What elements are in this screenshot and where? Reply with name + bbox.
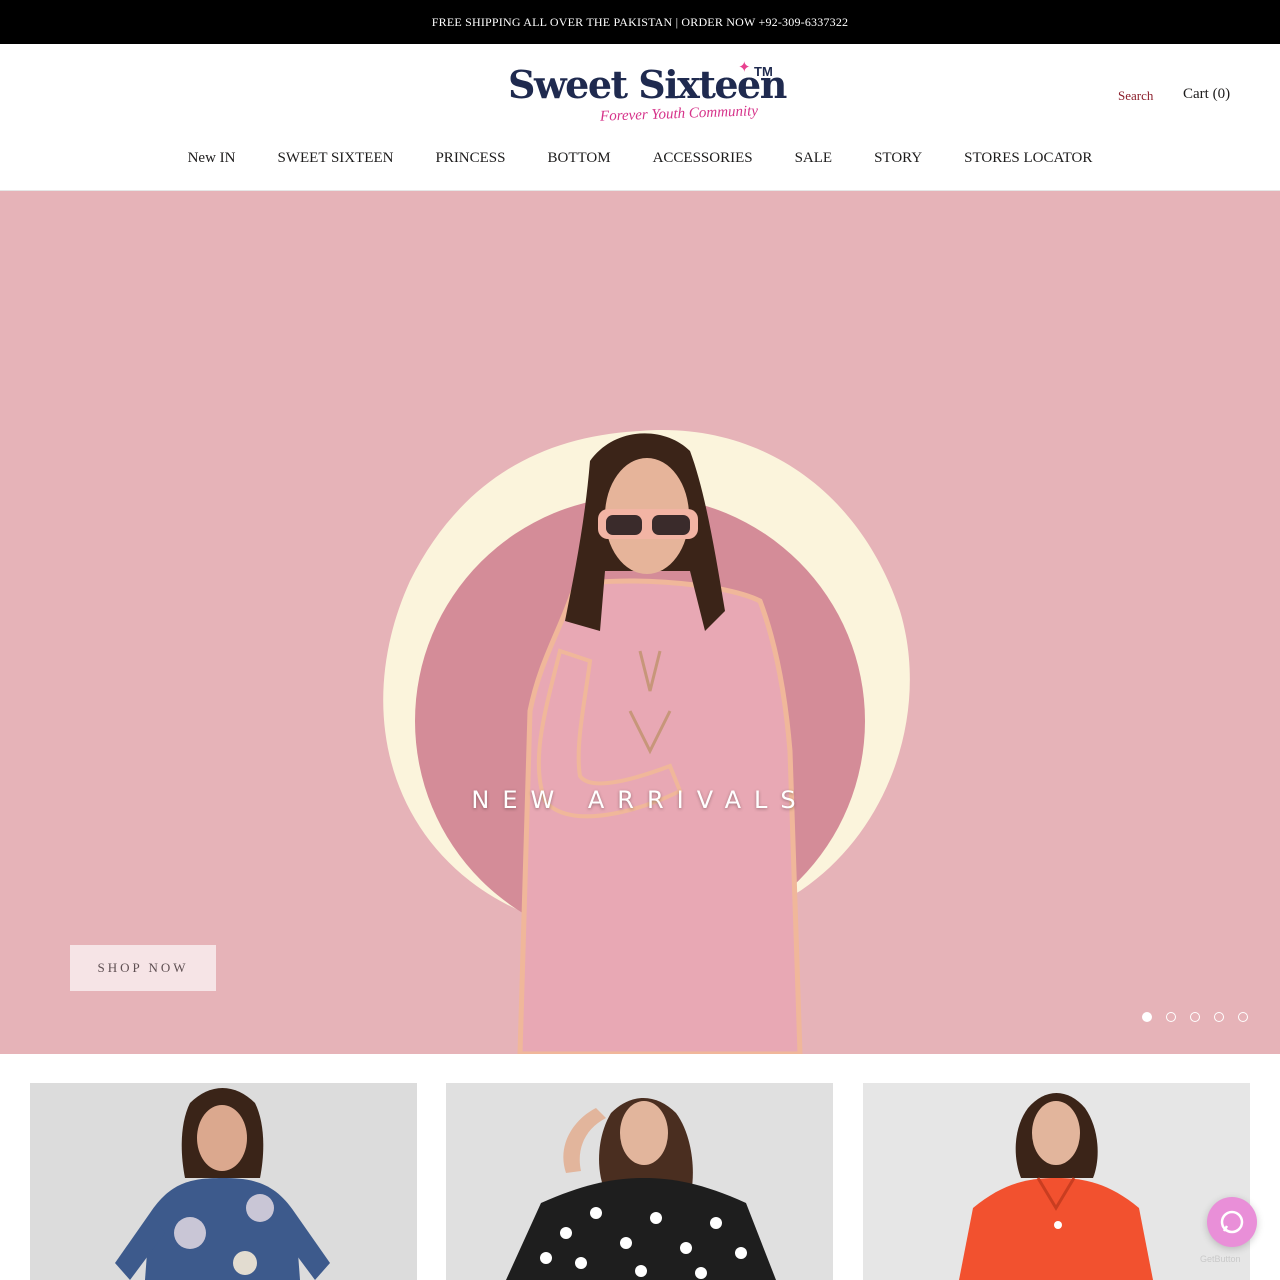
getbutton-brand[interactable]: GetButton bbox=[1200, 1254, 1241, 1264]
shop-now-button[interactable]: SHOP NOW bbox=[70, 945, 216, 991]
collection-card-orange[interactable] bbox=[863, 1083, 1250, 1280]
butterfly-icon: ✦ bbox=[738, 58, 751, 76]
chat-icon bbox=[1220, 1210, 1244, 1234]
slide-dot-3[interactable] bbox=[1190, 1012, 1200, 1022]
logo-trademark: TM bbox=[754, 64, 773, 79]
chat-button[interactable] bbox=[1207, 1197, 1257, 1247]
collection-card-polka[interactable] bbox=[446, 1083, 833, 1280]
hero-slideshow[interactable]: NEW ARRIVALS SHOP NOW bbox=[0, 191, 1280, 1054]
nav-item-accessories[interactable]: ACCESSORIES bbox=[653, 150, 753, 167]
nav-item-story[interactable]: STORY bbox=[874, 150, 922, 167]
slide-dot-5[interactable] bbox=[1238, 1012, 1248, 1022]
search-link[interactable]: Search bbox=[1118, 88, 1153, 104]
slide-dot-2[interactable] bbox=[1166, 1012, 1176, 1022]
site-header: Sweet Sixteen ✦ TM Forever Youth Communi… bbox=[0, 44, 1280, 191]
nav-item-sale[interactable]: SALE bbox=[795, 150, 833, 167]
collection-card-floral[interactable] bbox=[30, 1083, 417, 1280]
main-nav: New IN SWEET SIXTEEN PRINCESS BOTTOM ACC… bbox=[0, 150, 1280, 167]
nav-item-bottom[interactable]: BOTTOM bbox=[548, 150, 611, 167]
site-logo[interactable]: Sweet Sixteen ✦ TM Forever Youth Communi… bbox=[508, 58, 787, 132]
nav-item-princess[interactable]: PRINCESS bbox=[435, 150, 505, 167]
collection-image-floral bbox=[30, 1083, 417, 1280]
slide-dots bbox=[1142, 1012, 1248, 1022]
cart-link[interactable]: Cart (0) bbox=[1183, 86, 1230, 103]
hero-image bbox=[383, 430, 910, 1054]
slide-dot-1[interactable] bbox=[1142, 1012, 1152, 1022]
announcement-bar: FREE SHIPPING ALL OVER THE PAKISTAN | OR… bbox=[0, 0, 1280, 44]
announcement-text: FREE SHIPPING ALL OVER THE PAKISTAN | OR… bbox=[431, 14, 849, 29]
slide-dot-4[interactable] bbox=[1214, 1012, 1224, 1022]
collection-image-polka bbox=[446, 1083, 833, 1280]
nav-item-sweet-sixteen[interactable]: SWEET SIXTEEN bbox=[278, 150, 394, 167]
collection-image-orange bbox=[863, 1083, 1250, 1280]
collection-grid bbox=[30, 1083, 1250, 1280]
hero-title: NEW ARRIVALS bbox=[471, 786, 809, 814]
nav-item-stores-locator[interactable]: STORES LOCATOR bbox=[964, 150, 1092, 167]
nav-item-new-in[interactable]: New IN bbox=[188, 150, 236, 167]
